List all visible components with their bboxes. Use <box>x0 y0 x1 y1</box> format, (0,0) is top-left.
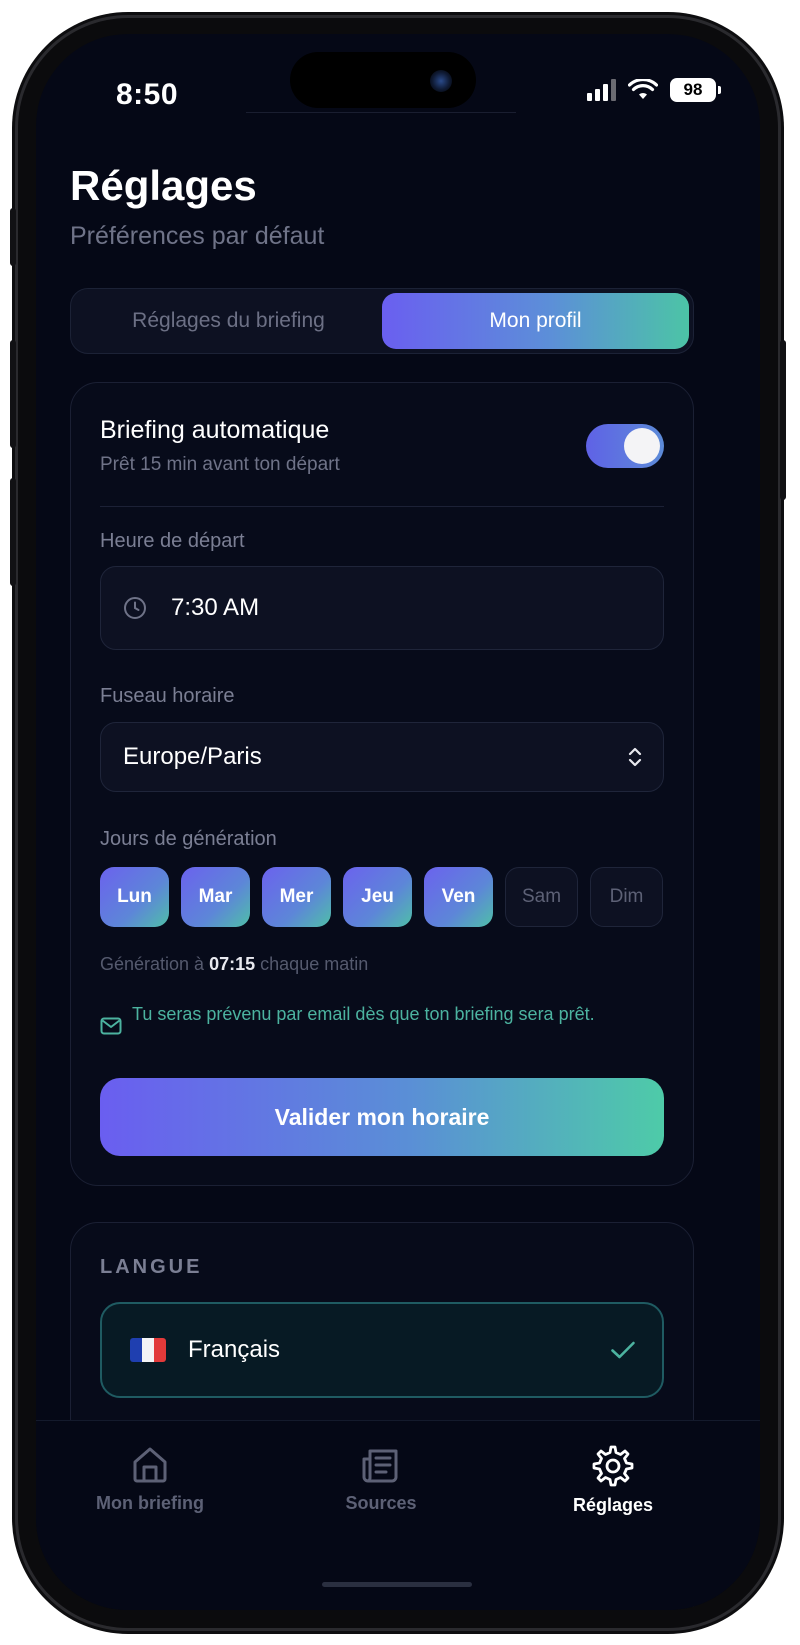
tab-briefing-settings[interactable]: Réglages du briefing <box>75 293 382 349</box>
timezone-value: Europe/Paris <box>123 743 262 770</box>
gear-icon <box>592 1445 634 1487</box>
tab-sources[interactable]: Sources <box>291 1445 471 1514</box>
day-chip-lun[interactable]: Lun <box>100 867 169 927</box>
auto-briefing-subtitle: Prêt 15 min avant ton départ <box>100 454 340 475</box>
day-chip-mar[interactable]: Mar <box>181 867 250 927</box>
auto-briefing-toggle[interactable] <box>586 424 664 468</box>
timezone-label: Fuseau horaire <box>100 685 235 707</box>
days-label: Jours de génération <box>100 828 277 850</box>
email-notification-note: Tu seras prévenu par email dès que ton b… <box>132 1004 595 1024</box>
departure-label: Heure de départ <box>100 530 245 552</box>
power-button <box>780 340 786 500</box>
newspaper-icon <box>362 1449 398 1483</box>
generation-prefix: Génération à <box>100 954 205 974</box>
day-chip-sam[interactable]: Sam <box>505 867 578 927</box>
camera-icon <box>430 70 452 92</box>
page-subtitle: Préférences par défaut <box>70 222 325 250</box>
check-icon <box>611 1341 635 1359</box>
french-flag-icon <box>130 1338 166 1362</box>
language-option-francais[interactable]: Français <box>100 1302 664 1398</box>
mail-icon <box>100 1017 122 1035</box>
page-title: Réglages <box>70 162 257 209</box>
chevron-updown-icon <box>628 747 642 767</box>
app-screen: 8:50 98 Réglages Préférences par défaut … <box>36 34 760 1610</box>
generation-suffix: chaque matin <box>260 954 369 974</box>
departure-time-value: 7:30 AM <box>171 594 260 621</box>
validate-schedule-button[interactable]: Valider mon horaire <box>100 1078 664 1156</box>
tab-reglages[interactable]: Réglages <box>523 1445 703 1516</box>
language-name: Français <box>188 1336 281 1363</box>
tab-my-profile[interactable]: Mon profil <box>382 293 689 349</box>
language-heading: LANGUE <box>100 1256 203 1278</box>
volume-up-button <box>10 340 16 448</box>
toggle-knob <box>624 428 660 464</box>
auto-briefing-title: Briefing automatique <box>100 416 330 444</box>
home-indicator <box>322 1582 472 1587</box>
status-time: 8:50 <box>116 78 179 111</box>
tab-label-reglages: Réglages <box>572 1495 654 1515</box>
tab-label-mon-briefing: Mon briefing <box>96 1493 204 1513</box>
timezone-select[interactable]: Europe/Paris <box>100 722 664 792</box>
day-chip-jeu[interactable]: Jeu <box>343 867 412 927</box>
day-chip-ven[interactable]: Ven <box>424 867 493 927</box>
home-icon <box>133 1447 167 1483</box>
signal-icon <box>587 79 616 101</box>
volume-down-button <box>10 478 16 586</box>
generation-time: 07:15 <box>209 954 256 974</box>
clock-icon <box>124 597 146 619</box>
generation-note: Génération à 07:15 chaque matin <box>100 954 368 975</box>
dynamic-island <box>290 52 476 108</box>
departure-time-field[interactable]: 7:30 AM <box>100 566 664 650</box>
tab-label-sources: Sources <box>345 1493 417 1513</box>
card-divider <box>100 506 664 507</box>
tab-mon-briefing[interactable]: Mon briefing <box>60 1445 240 1514</box>
action-button <box>10 208 16 266</box>
day-chip-dim[interactable]: Dim <box>590 867 663 927</box>
header-divider <box>246 112 516 113</box>
day-selector: Lun Mar Mer Jeu Ven Sam Dim <box>100 867 663 927</box>
status-icons: 98 <box>587 78 721 102</box>
battery-indicator: 98 <box>670 78 721 102</box>
day-chip-mer[interactable]: Mer <box>262 867 331 927</box>
segmented-control: Réglages du briefing Mon profil <box>70 288 694 354</box>
wifi-icon <box>628 79 658 99</box>
